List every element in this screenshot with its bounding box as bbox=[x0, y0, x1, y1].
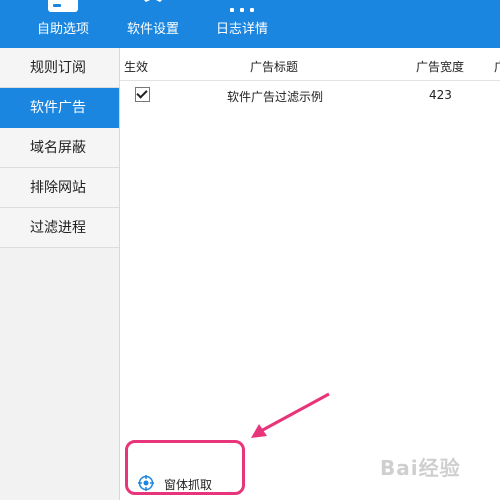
self-service-icon bbox=[48, 0, 78, 12]
crosshair-target-icon bbox=[138, 475, 154, 491]
sidebar-item-exclude-sites[interactable]: 排除网站 bbox=[0, 168, 119, 208]
toolbar-log-label: 日志详情 bbox=[215, 22, 268, 37]
column-header-title[interactable]: 广告标题 bbox=[250, 58, 298, 75]
column-header-width[interactable]: 广告宽度 bbox=[416, 58, 464, 75]
row-width-cell: 423 bbox=[429, 88, 452, 102]
window-capture-label: 窗体抓取 bbox=[164, 478, 213, 492]
toolbar-settings-label: 软件设置 bbox=[126, 22, 179, 37]
sidebar-item-domain-block[interactable]: 域名屏蔽 bbox=[0, 128, 119, 168]
sidebar-item-rule-subscription[interactable]: 规则订阅 bbox=[0, 48, 119, 88]
row-enabled-checkbox[interactable] bbox=[135, 87, 150, 102]
top-toolbar: 自助选项 软件设置 日志详情 bbox=[0, 0, 500, 48]
table-row[interactable]: 软件广告过滤示例 423 bbox=[120, 80, 500, 110]
sidebar: 规则订阅 软件广告 域名屏蔽 排除网站 过滤进程 bbox=[0, 48, 120, 500]
sidebar-item-filter-process[interactable]: 过滤进程 bbox=[0, 208, 119, 248]
window-capture-button[interactable]: 窗体抓取 bbox=[125, 440, 245, 495]
gear-icon bbox=[144, 0, 162, 2]
table-header: 生效 广告标题 广告宽度 广 bbox=[120, 48, 500, 81]
toolbar-log[interactable]: 日志详情 bbox=[204, 0, 280, 48]
highlight-arrow-icon bbox=[251, 392, 330, 438]
watermark-logo: Bai经验 bbox=[380, 456, 461, 480]
toolbar-self-service[interactable]: 自助选项 bbox=[25, 0, 101, 48]
toolbar-settings[interactable]: 软件设置 bbox=[115, 0, 191, 48]
column-header-enabled[interactable]: 生效 bbox=[124, 58, 148, 75]
column-header-extra[interactable]: 广 bbox=[494, 58, 500, 75]
sidebar-item-software-ads[interactable]: 软件广告 bbox=[0, 88, 119, 128]
row-title-cell: 软件广告过滤示例 bbox=[227, 90, 324, 104]
toolbar-self-service-label: 自助选项 bbox=[36, 22, 89, 37]
log-icon bbox=[230, 8, 254, 12]
